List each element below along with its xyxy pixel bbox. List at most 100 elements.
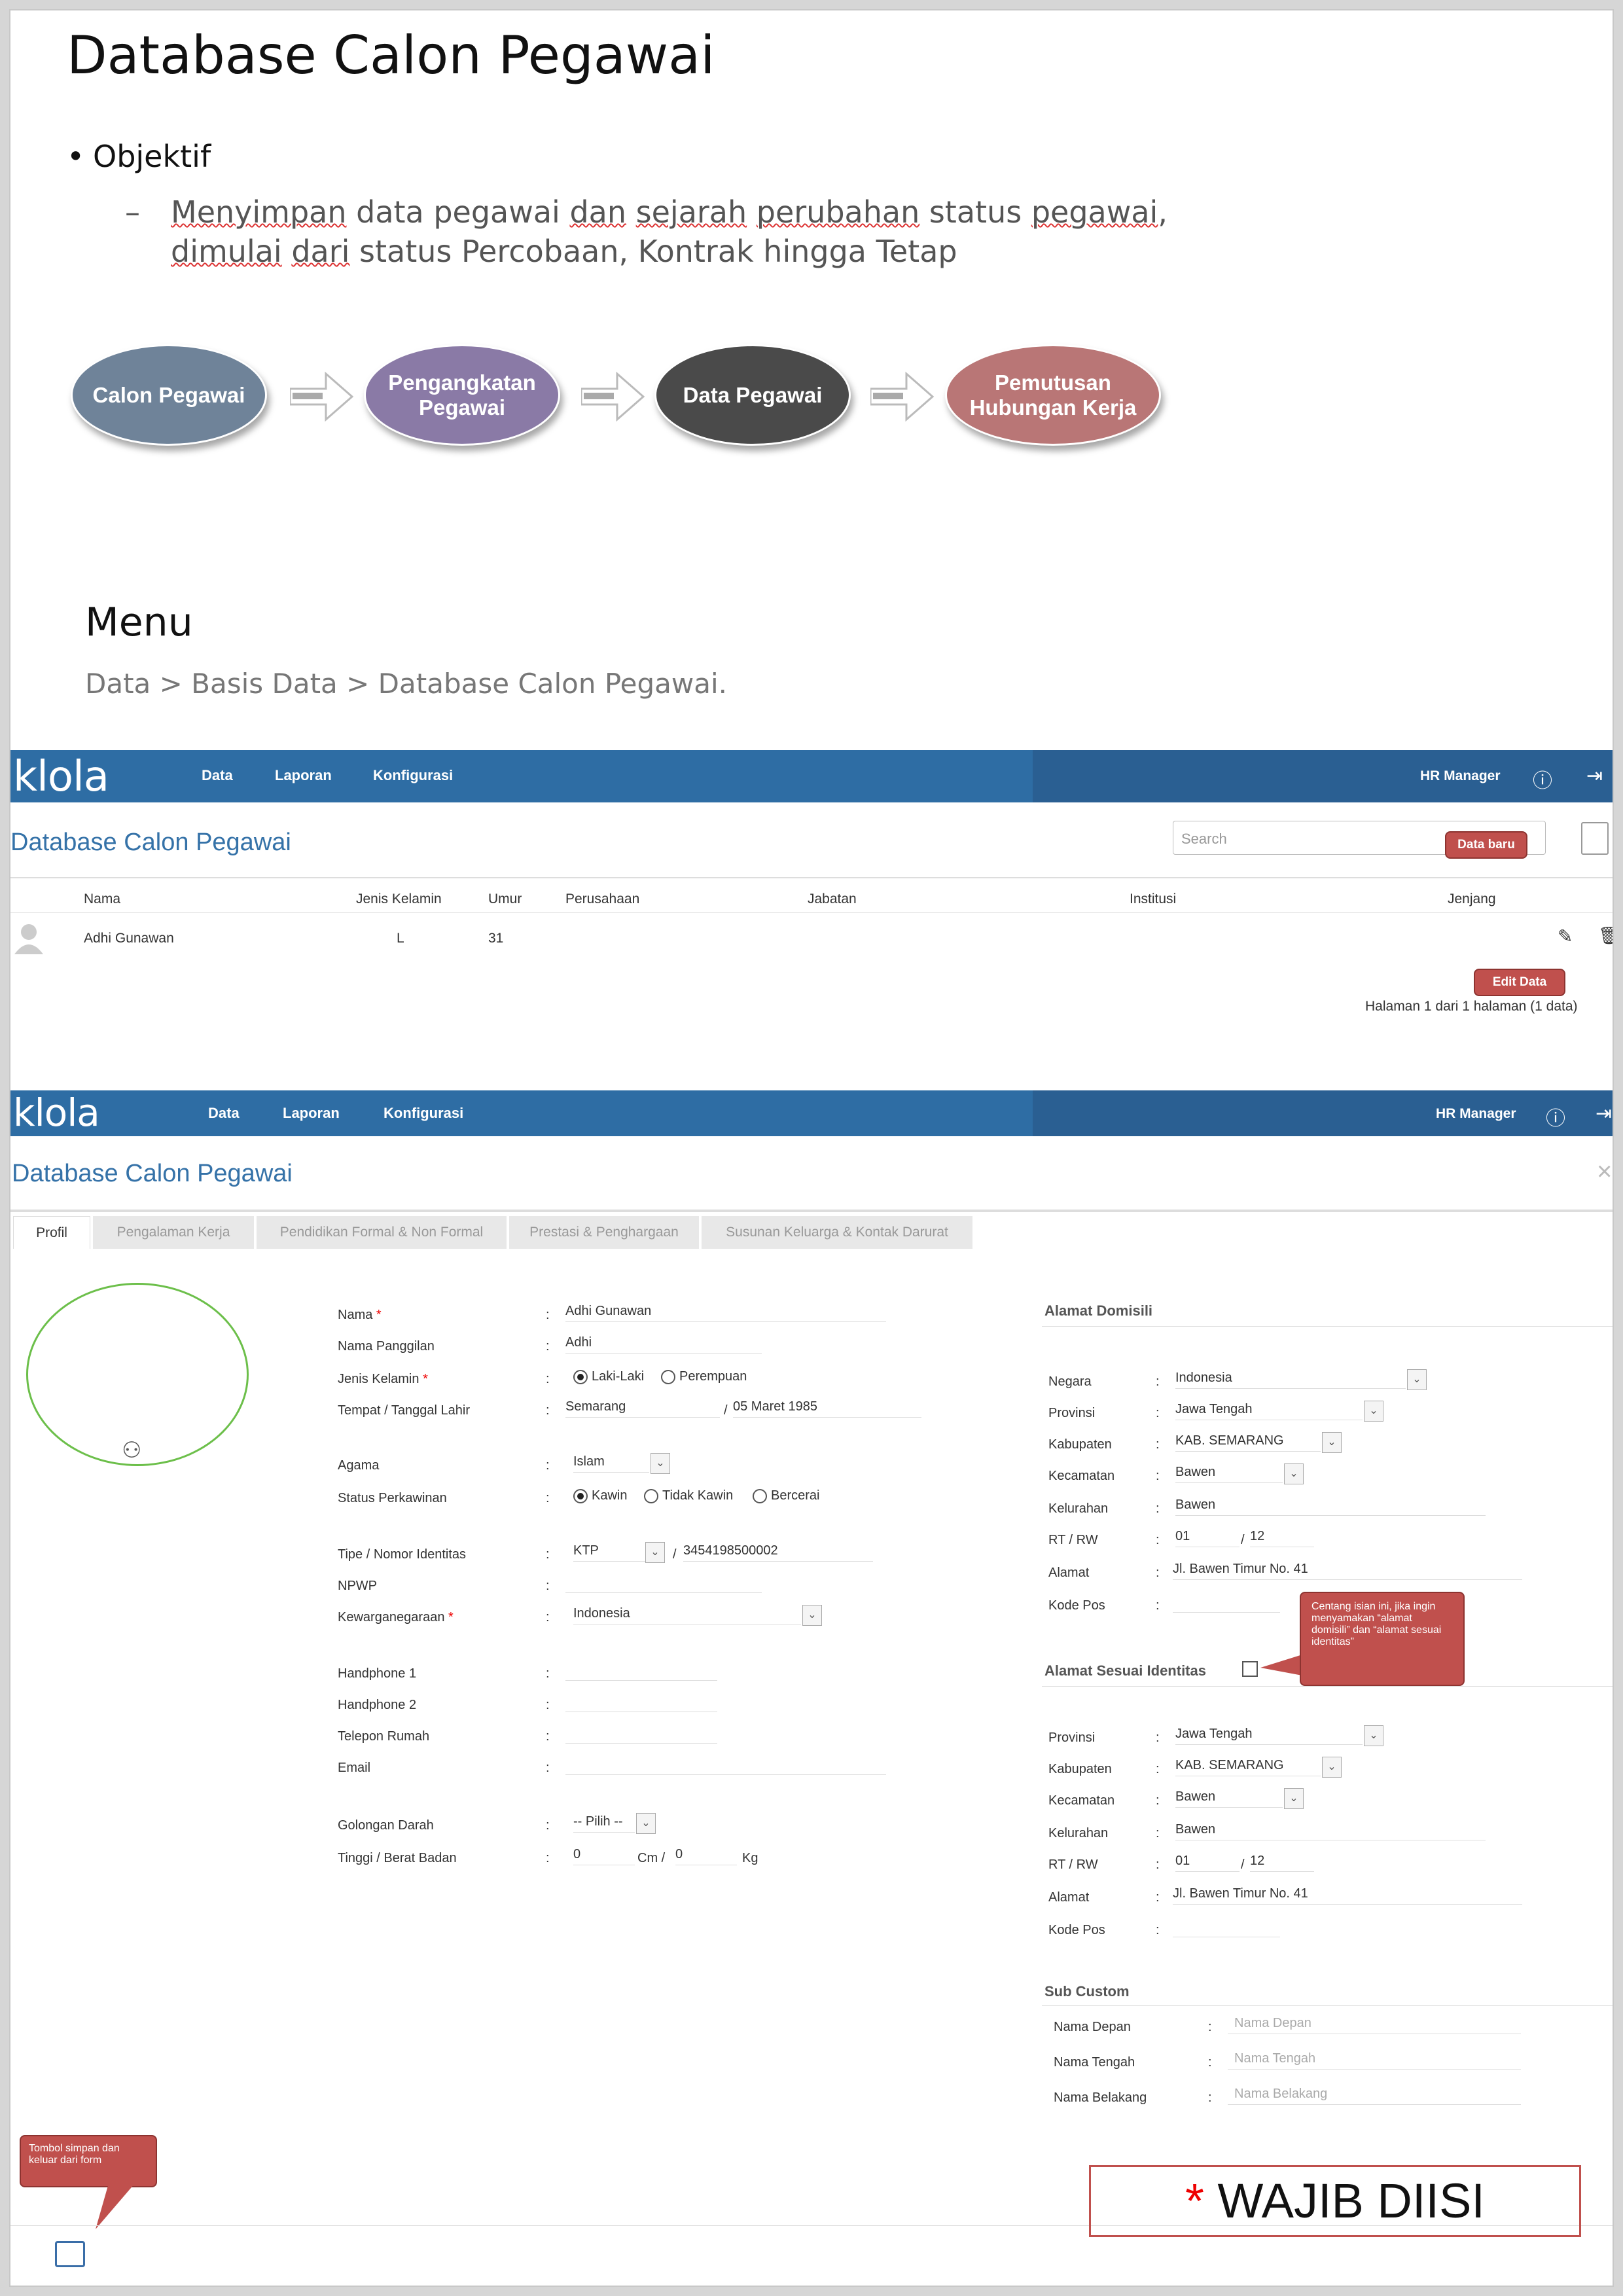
avatar [10,919,47,956]
telepon-rumah-field[interactable] [565,1721,717,1744]
row-nama[interactable]: Adhi Gunawan [84,931,174,946]
alamat-field[interactable]: Jl. Bawen Timur No. 41 [1173,1558,1522,1580]
radio-kawin[interactable]: Kawin [573,1488,627,1503]
tempat-lahir-field[interactable]: Semarang [565,1395,720,1418]
chevron-down-icon[interactable]: ⌄ [1364,1725,1383,1746]
alamat-id-field[interactable]: Jl. Bawen Timur No. 41 [1173,1882,1522,1905]
nav-data[interactable]: Data [208,1105,240,1122]
tab-profil[interactable]: Profil [13,1216,90,1249]
chevron-down-icon[interactable]: ⌄ [645,1542,665,1563]
nav-laporan[interactable]: Laporan [275,767,332,784]
rt-field[interactable]: 01 [1175,1525,1240,1547]
same-address-checkbox[interactable] [1242,1661,1258,1677]
kabupaten-select[interactable]: KAB. SEMARANG [1175,1429,1321,1452]
bullet-label: Objektif [93,139,211,174]
menu-heading: Menu [85,600,193,645]
help-icon[interactable]: ⓘ [1533,764,1552,793]
navbar-right: HR Manager ⓘ ⇥ [1033,750,1613,802]
email-field[interactable] [565,1753,886,1775]
agama-select[interactable]: Islam [573,1450,649,1473]
nama-field[interactable]: Adhi Gunawan [565,1300,886,1322]
col-jenjang[interactable]: Jenjang [1448,891,1496,907]
edit-pencil-icon[interactable]: ✎ [1558,925,1573,947]
col-institusi[interactable]: Institusi [1130,891,1176,907]
save-exit-icon[interactable] [55,2241,85,2267]
tab-pendidikan[interactable]: Pendidikan Formal & Non Formal [257,1216,507,1249]
col-jenis-kelamin[interactable]: Jenis Kelamin [356,891,442,907]
delete-trash-icon[interactable]: 🗑 [1598,925,1613,946]
col-nama[interactable]: Nama [84,891,120,907]
chevron-down-icon[interactable]: ⌄ [1284,1788,1304,1809]
radio-bercerai[interactable]: Bercerai [753,1488,819,1503]
chevron-down-icon[interactable]: ⌄ [1322,1757,1342,1778]
upload-user-icon[interactable]: ⚇ [122,1437,141,1463]
app-logo[interactable]: klola [13,753,109,801]
colon: : [546,1491,550,1505]
chevron-down-icon[interactable]: ⌄ [802,1605,822,1626]
colon: : [546,1579,550,1593]
col-umur[interactable]: Umur [488,891,522,907]
chevron-down-icon[interactable]: ⌄ [1284,1463,1304,1484]
golongan-darah-select[interactable]: -- Pilih -- [573,1810,635,1833]
tanggal-lahir-field[interactable]: 05 Maret 1985 [733,1395,921,1418]
colon: : [546,1372,550,1386]
nav-laporan[interactable]: Laporan [283,1105,340,1122]
chevron-down-icon[interactable]: ⌄ [651,1453,670,1474]
kode-pos-id-field[interactable] [1173,1915,1280,1937]
new-document-icon[interactable] [1581,822,1609,855]
objective-text: – Menyimpan data pegawai dan sejarah per… [125,192,1168,271]
logout-icon[interactable]: ⇥ [1596,1102,1612,1125]
label-nama: Nama * [338,1308,382,1322]
nav-data[interactable]: Data [202,767,233,784]
label-handphone-1: Handphone 1 [338,1666,417,1681]
app-logo[interactable]: klola [13,1090,100,1135]
radio-tidak-kawin[interactable]: Tidak Kawin [644,1488,733,1503]
nav-konfigurasi[interactable]: Konfigurasi [373,767,453,784]
id-type-select[interactable]: KTP [573,1539,645,1562]
section-sub-custom: Sub Custom [1044,1983,1130,2000]
chevron-down-icon[interactable]: ⌄ [636,1813,656,1834]
chevron-down-icon[interactable]: ⌄ [1407,1369,1427,1390]
colon: : [1156,1501,1160,1516]
kabupaten-id-select[interactable]: KAB. SEMARANG [1175,1754,1321,1776]
handphone-2-field[interactable] [565,1690,717,1712]
kode-pos-field[interactable] [1173,1590,1280,1613]
nama-tengah-input[interactable]: Nama Tengah [1228,2047,1521,2070]
radio-perempuan[interactable]: Perempuan [661,1369,747,1384]
close-icon[interactable]: × [1597,1157,1612,1187]
kelurahan-field[interactable]: Bawen [1175,1494,1486,1516]
kecamatan-select[interactable]: Bawen [1175,1461,1283,1483]
kelurahan-id-field[interactable]: Bawen [1175,1818,1486,1840]
tinggi-field[interactable]: 0 [573,1843,635,1865]
provinsi-select[interactable]: Jawa Tengah [1175,1398,1363,1420]
handphone-1-field[interactable] [565,1659,717,1681]
tab-prestasi[interactable]: Prestasi & Penghargaan [509,1216,699,1249]
rt-id-field[interactable]: 01 [1175,1850,1240,1872]
row-jk: L [397,931,404,946]
provinsi-id-select[interactable]: Jawa Tengah [1175,1723,1363,1745]
kecamatan-id-select[interactable]: Bawen [1175,1785,1283,1808]
npwp-field[interactable] [565,1571,762,1593]
nama-depan-input[interactable]: Nama Depan [1228,2012,1521,2034]
negara-select[interactable]: Indonesia [1175,1367,1406,1389]
radio-laki-laki[interactable]: Laki-Laki [573,1369,644,1384]
chevron-down-icon[interactable]: ⌄ [1322,1432,1342,1453]
user-menu[interactable]: HR Manager [1436,1106,1516,1122]
col-perusahaan[interactable]: Perusahaan [565,891,639,907]
rw-field[interactable]: 12 [1250,1525,1314,1547]
rw-id-field[interactable]: 12 [1250,1850,1314,1872]
tab-pengalaman-kerja[interactable]: Pengalaman Kerja [93,1216,254,1249]
user-menu[interactable]: HR Manager [1420,768,1501,784]
panggilan-field[interactable]: Adhi [565,1331,762,1354]
chevron-down-icon[interactable]: ⌄ [1364,1401,1383,1422]
id-number-field[interactable]: 3454198500002 [683,1539,873,1562]
logout-icon[interactable]: ⇥ [1586,764,1603,787]
col-jabatan[interactable]: Jabatan [808,891,857,907]
berat-field[interactable]: 0 [675,1843,737,1865]
nav-konfigurasi[interactable]: Konfigurasi [383,1105,463,1122]
tab-susunan-keluarga[interactable]: Susunan Keluarga & Kontak Darurat [702,1216,972,1249]
nama-belakang-input[interactable]: Nama Belakang [1228,2083,1521,2105]
colon: : [1156,1923,1160,1937]
kewarganegaraan-select[interactable]: Indonesia [573,1602,801,1624]
help-icon[interactable]: ⓘ [1546,1102,1565,1131]
